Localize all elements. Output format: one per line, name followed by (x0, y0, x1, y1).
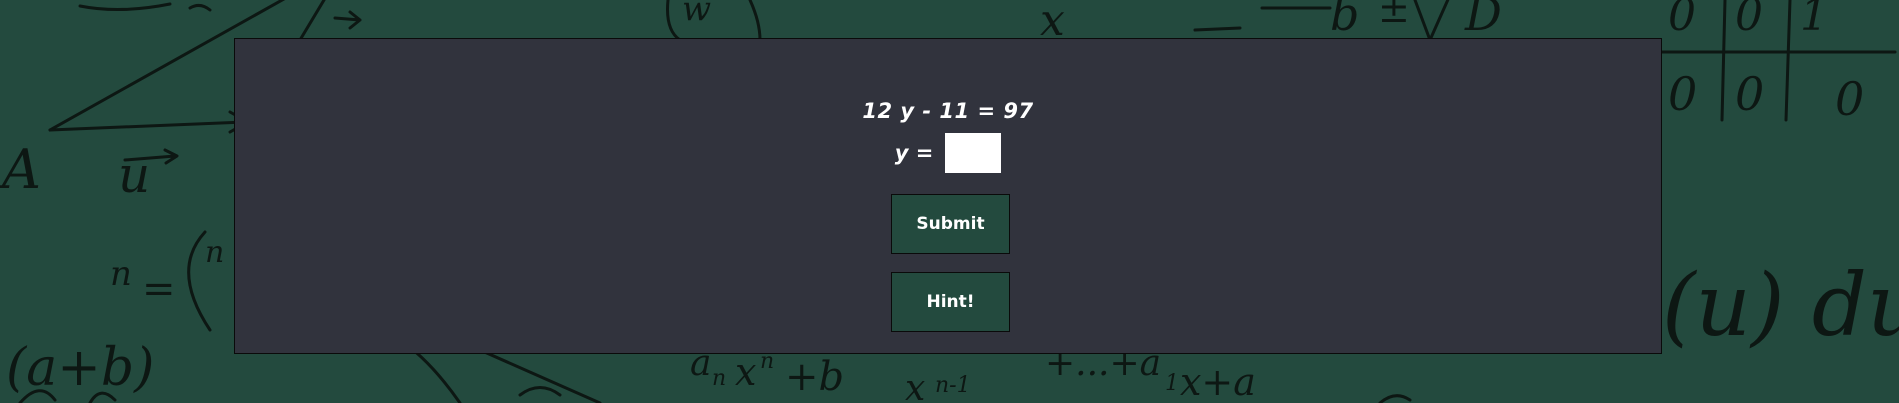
answer-input[interactable] (945, 133, 1002, 173)
svg-text:x: x (735, 350, 756, 394)
svg-text:(u) du: (u) du (1662, 256, 1899, 356)
submit-button[interactable]: Submit (891, 194, 1010, 254)
svg-text:b: b (1330, 0, 1359, 41)
equation-text: 12 y - 11 = 97 (862, 99, 1034, 123)
svg-text:(a+b): (a+b) (6, 338, 154, 398)
svg-text:n: n (205, 235, 224, 270)
hint-button[interactable]: Hint! (891, 272, 1010, 332)
svg-text:0: 0 (1668, 0, 1696, 41)
answer-row: y = (235, 133, 1661, 173)
svg-text:=: = (142, 266, 176, 312)
problem-panel: 12 y - 11 = 97 y = Submit Hint! (234, 38, 1662, 354)
svg-text:0: 0 (1735, 0, 1763, 41)
svg-text:n: n (110, 254, 132, 294)
svg-text:D: D (1464, 0, 1502, 41)
svg-text:x+a: x+a (1180, 360, 1256, 403)
svg-text:A: A (0, 138, 41, 201)
svg-text:0: 0 (1735, 67, 1764, 121)
svg-text:u: u (118, 146, 150, 204)
svg-text:n: n (712, 366, 726, 391)
svg-text:x: x (905, 368, 925, 403)
svg-text:+b: +b (785, 354, 844, 400)
svg-text:0: 0 (1835, 72, 1864, 126)
svg-text:1: 1 (1800, 0, 1828, 41)
svg-text:1: 1 (1165, 371, 1179, 396)
svg-text:n-1: n-1 (935, 373, 971, 398)
variable-label: y = (894, 141, 934, 165)
svg-text:w: w (682, 0, 711, 29)
svg-text:±: ± (1378, 0, 1410, 31)
svg-text:0: 0 (1668, 67, 1697, 121)
